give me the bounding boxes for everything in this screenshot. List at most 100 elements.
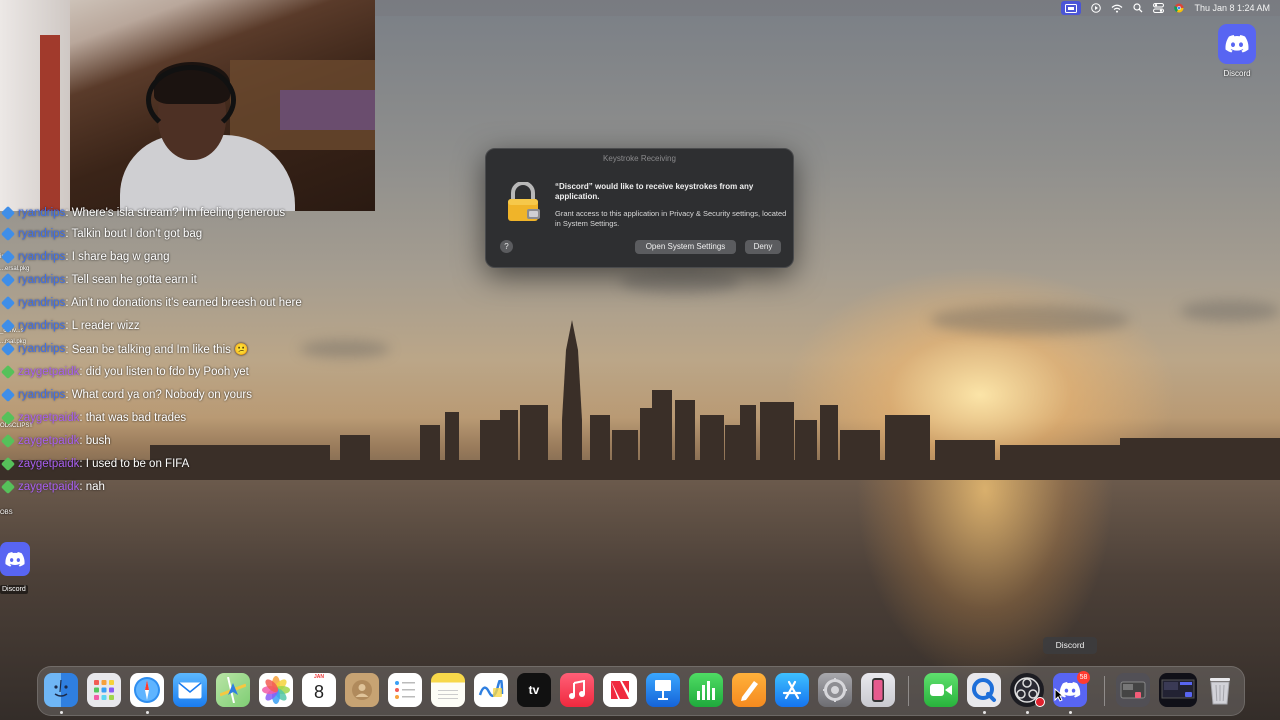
chat-badge-icon	[0, 272, 16, 288]
control-center-icon[interactable]	[1153, 1, 1165, 15]
discord-desktop-icon[interactable]	[1218, 24, 1256, 64]
chat-username: ryandrips	[18, 251, 66, 263]
running-indicator	[1069, 711, 1072, 714]
play-icon[interactable]	[1091, 1, 1102, 15]
apple-tv-glyph: tv	[528, 683, 540, 697]
chat-message: ryandrips: Tell sean he gotta earn it	[0, 270, 197, 290]
dialog-title: Keystroke Receiving	[603, 154, 676, 163]
search-icon[interactable]	[1133, 1, 1143, 15]
news-icon[interactable]	[603, 673, 637, 707]
chat-username: zaygetpaidk	[18, 412, 80, 424]
dock-separator	[1104, 676, 1105, 706]
chat-message: zaygetpaidk: bush	[0, 431, 111, 451]
running-indicator	[60, 711, 63, 714]
chat-username: zaygetpaidk	[18, 435, 80, 447]
deny-button[interactable]: Deny	[745, 240, 781, 254]
running-indicator	[983, 711, 986, 714]
chrome-icon[interactable]	[1174, 1, 1184, 15]
chat-message: zaygetpaidk: that was bad trades	[0, 408, 186, 428]
calendar-month: JAN	[313, 674, 324, 680]
downloads-stack-icon[interactable]	[1116, 673, 1150, 707]
chat-text: : What cord ya on? Nobody on yours	[65, 389, 252, 401]
app-store-icon[interactable]	[775, 673, 809, 707]
chat-badge-icon	[0, 410, 16, 426]
calendar-icon[interactable]: JAN 8	[302, 673, 336, 707]
chat-text: : bush	[79, 435, 111, 447]
dock-tooltip: Discord	[1043, 637, 1097, 654]
dialog-heading: “Discord” would like to receive keystrok…	[555, 182, 754, 201]
chat-badge-icon	[0, 479, 16, 495]
chat-username: ryandrips	[18, 343, 66, 355]
desktop-app-label[interactable]: OBS	[0, 510, 13, 516]
chat-text: : Where's isla stream? I'm feeling gener…	[65, 207, 286, 219]
numbers-icon[interactable]	[689, 673, 723, 707]
trash-icon[interactable]	[1203, 673, 1237, 707]
finder-icon[interactable]	[44, 673, 78, 707]
help-button[interactable]: ?	[500, 240, 513, 253]
window-preview-icon[interactable]	[1159, 673, 1197, 707]
chat-badge-icon	[0, 433, 16, 449]
keynote-icon[interactable]	[646, 673, 680, 707]
mouse-cursor-icon	[1054, 688, 1064, 702]
chat-username: zaygetpaidk	[18, 458, 80, 470]
chat-text: : Sean be talking and Im like this 😕	[65, 344, 249, 356]
chat-username: zaygetpaidk	[18, 366, 80, 378]
notes-icon[interactable]	[431, 673, 465, 707]
chat-message: zaygetpaidk: nah	[0, 477, 105, 497]
screen-share-icon[interactable]	[1061, 1, 1082, 15]
chat-badge-icon	[0, 364, 16, 380]
launchpad-icon[interactable]	[87, 673, 121, 707]
chat-username: ryandrips	[18, 274, 66, 286]
chat-username: zaygetpaidk	[18, 481, 80, 493]
open-system-settings-button[interactable]: Open System Settings	[635, 240, 736, 254]
chat-text: : Tell sean he gotta earn it	[65, 274, 197, 286]
chat-username: ryandrips	[18, 320, 66, 332]
freeform-icon[interactable]	[474, 673, 508, 707]
chat-text: : did you listen to fdo by Pooh yet	[79, 366, 249, 378]
discord-desktop-label: Discord	[1223, 69, 1251, 78]
chat-message: ryandrips: L reader wizz	[0, 316, 140, 336]
chat-text: : L reader wizz	[65, 320, 140, 332]
recording-indicator-icon	[1035, 697, 1045, 707]
reminders-icon[interactable]	[388, 673, 422, 707]
apple-tv-icon[interactable]: tv	[517, 673, 551, 707]
chat-username: ryandrips	[18, 389, 66, 401]
chat-message: ryandrips: Talkin bout I don't got bag	[0, 224, 202, 244]
chat-text: : Ain't no donations it's earned breesh …	[65, 297, 302, 309]
dialog-body-text: Grant access to this application in Priv…	[555, 209, 787, 228]
running-indicator	[1026, 711, 1029, 714]
chat-username: ryandrips	[18, 297, 66, 309]
chat-text: : nah	[79, 481, 105, 493]
system-settings-icon[interactable]	[818, 673, 852, 707]
chat-message: ryandrips: What cord ya on? Nobody on yo…	[0, 385, 252, 405]
discord-desktop-label: Discord	[0, 585, 28, 594]
facetime-icon[interactable]	[924, 673, 958, 707]
music-icon[interactable]	[560, 673, 594, 707]
pages-icon[interactable]	[732, 673, 766, 707]
chat-text: : I share bag w gang	[65, 251, 170, 263]
chat-badge-icon	[0, 387, 16, 403]
quicktime-icon[interactable]	[967, 673, 1001, 707]
menubar-clock[interactable]: Thu Jan 8 1:24 AM	[1194, 1, 1270, 15]
dock-separator	[908, 676, 909, 706]
chat-badge-icon	[0, 456, 16, 472]
discord-notification-badge: 58	[1077, 671, 1090, 684]
iphone-mirroring-icon[interactable]	[861, 673, 895, 707]
photos-icon[interactable]	[259, 673, 293, 707]
safari-icon[interactable]	[130, 673, 164, 707]
chat-badge-icon	[0, 249, 16, 265]
webcam-overlay	[0, 0, 375, 211]
discord-desktop-icon[interactable]	[0, 542, 30, 576]
chat-message: ryandrips: Where's isla stream? I'm feel…	[0, 203, 285, 223]
chat-badge-icon	[0, 226, 16, 242]
wifi-icon[interactable]	[1111, 1, 1123, 15]
contacts-icon[interactable]	[345, 673, 379, 707]
chat-message: ryandrips: Sean be talking and Im like t…	[0, 339, 248, 359]
maps-icon[interactable]	[216, 673, 250, 707]
running-indicator	[146, 711, 149, 714]
mail-icon[interactable]	[173, 673, 207, 707]
chat-text: : Talkin bout I don't got bag	[65, 228, 203, 240]
keystroke-permission-dialog: Keystroke Receiving “Discord” would like…	[485, 148, 794, 268]
chat-badge-icon	[0, 205, 16, 221]
chat-message: ryandrips: I share bag w gang	[0, 247, 170, 267]
